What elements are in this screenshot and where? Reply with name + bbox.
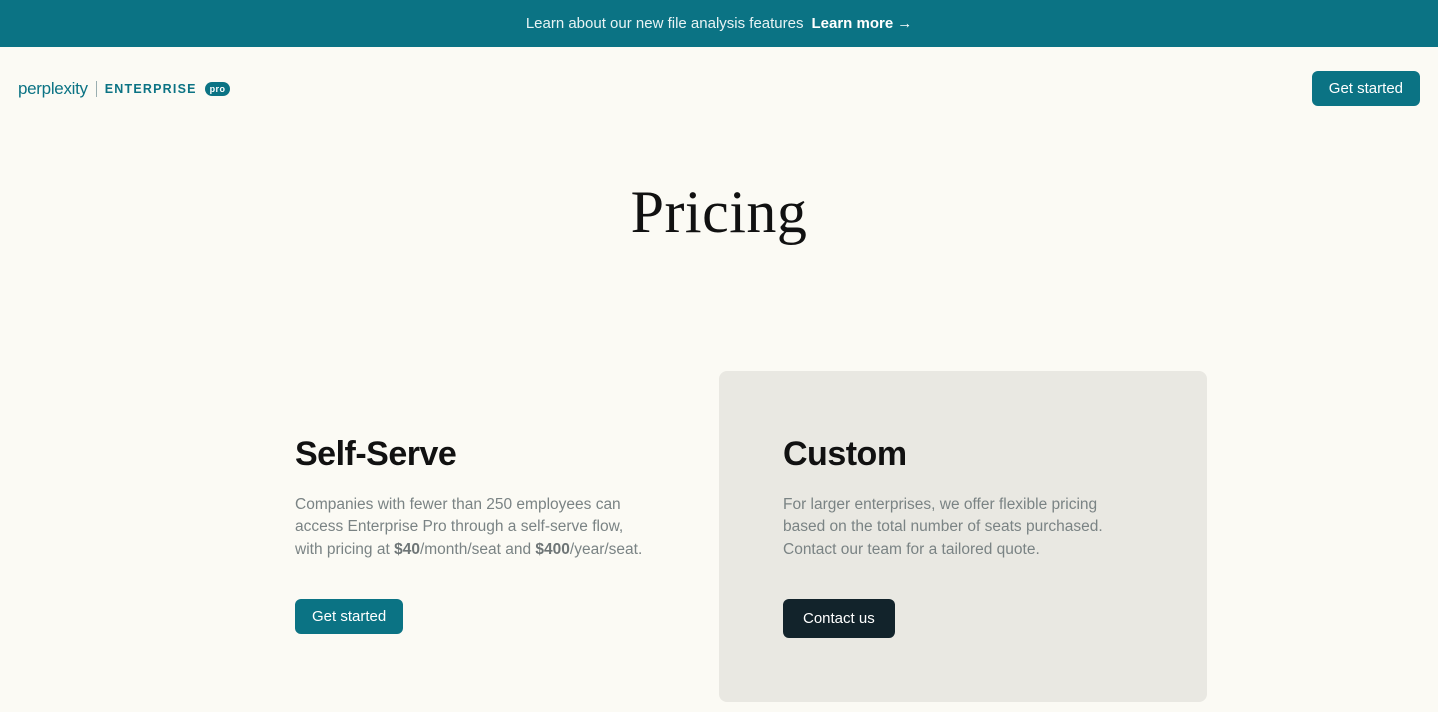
plan-custom-title: Custom: [783, 435, 1143, 474]
plan-self-serve-get-started-button[interactable]: Get started: [295, 599, 403, 634]
banner-learn-more-link[interactable]: Learn more →: [811, 15, 912, 32]
hero: Pricing: [0, 106, 1438, 247]
logo-divider: [96, 81, 97, 97]
banner-text: Learn about our new file analysis featur…: [526, 15, 804, 32]
plan-self-serve-description: Companies with fewer than 250 employees …: [295, 494, 655, 561]
page-title: Pricing: [0, 178, 1438, 247]
pricing-plans: Self-Serve Companies with fewer than 250…: [0, 371, 1438, 702]
nav-get-started-button[interactable]: Get started: [1312, 71, 1420, 106]
plan-self-serve: Self-Serve Companies with fewer than 250…: [231, 371, 719, 702]
logo[interactable]: perplexity ENTERPRISE pro: [18, 79, 230, 99]
logo-enterprise-text: ENTERPRISE: [105, 82, 197, 96]
banner-link-label: Learn more: [811, 15, 893, 32]
announcement-banner: Learn about our new file analysis featur…: [0, 0, 1438, 47]
plan-self-serve-title: Self-Serve: [295, 435, 655, 474]
plan-custom-description: For larger enterprises, we offer flexibl…: [783, 494, 1143, 561]
plan-custom: Custom For larger enterprises, we offer …: [719, 371, 1207, 702]
price-monthly: $40: [394, 541, 420, 558]
arrow-right-icon: →: [897, 15, 912, 32]
logo-pro-badge: pro: [205, 82, 231, 96]
price-yearly: $400: [535, 541, 569, 558]
logo-perplexity-text: perplexity: [18, 79, 88, 99]
plan-custom-contact-us-button[interactable]: Contact us: [783, 599, 895, 638]
top-nav: perplexity ENTERPRISE pro Get started: [0, 47, 1438, 106]
